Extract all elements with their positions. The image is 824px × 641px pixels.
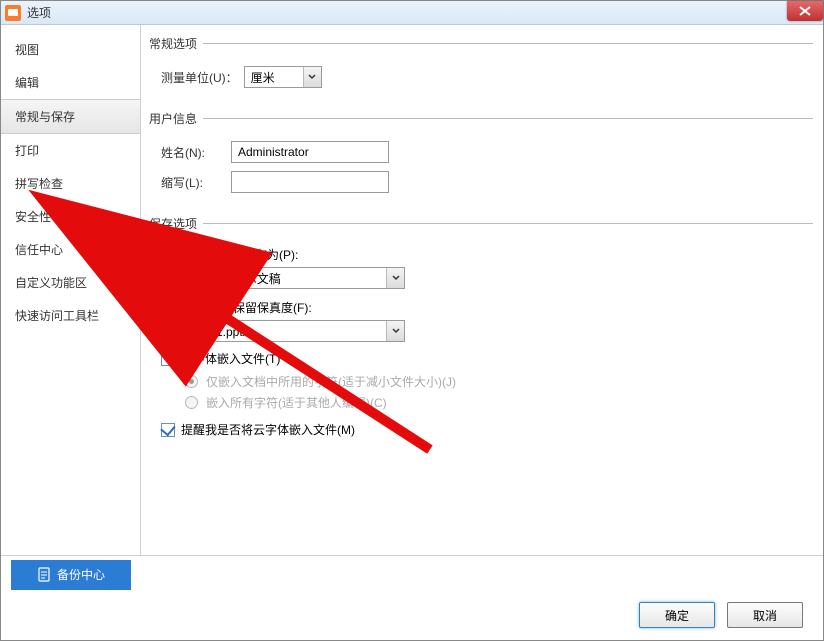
remind-cloud-label: 提醒我是否将云字体嵌入文件(M): [181, 421, 355, 438]
sidebar-item-label: 信任中心: [15, 243, 63, 257]
backup-center-button[interactable]: 备份中心: [11, 560, 131, 590]
sidebar-item-view[interactable]: 视图: [1, 33, 140, 66]
section-legend: 用户信息: [149, 110, 203, 127]
options-dialog: 选项 视图 编辑 常规与保存 打印 拼写检查 安全性 信任中心 自定义功能区 快…: [0, 0, 824, 641]
content-pane: 常规选项 测量单位(U)： 厘米 用户信息 姓名(N): Administrat…: [141, 25, 823, 555]
chevron-down-icon: [386, 321, 404, 341]
ok-label: 确定: [665, 607, 689, 624]
radio-all-chars[interactable]: [185, 396, 198, 409]
sidebar-item-quick-access[interactable]: 快速访问工具栏: [1, 299, 140, 332]
share-label: 共享该文档时保留保真度(F):: [161, 299, 312, 316]
abbrev-label: 缩写(L):: [161, 174, 225, 191]
sidebar-item-label: 拼写检查: [15, 177, 63, 191]
name-input[interactable]: Administrator: [231, 141, 389, 163]
chevron-down-icon: [386, 268, 404, 288]
close-button[interactable]: [787, 1, 823, 21]
name-value: Administrator: [238, 145, 309, 159]
window-title: 选项: [27, 4, 51, 21]
section-general: 常规选项 测量单位(U)： 厘米: [151, 35, 813, 96]
sidebar-item-print[interactable]: 打印: [1, 134, 140, 167]
section-user: 用户信息 姓名(N): Administrator 缩写(L):: [151, 110, 813, 201]
radio-used-chars[interactable]: [185, 375, 198, 388]
name-label: 姓名(N):: [161, 144, 225, 161]
sidebar-item-label: 编辑: [15, 76, 39, 90]
embed-fonts-checkbox[interactable]: [161, 352, 175, 366]
cancel-button[interactable]: 取消: [727, 602, 803, 628]
footer-bar: 备份中心: [1, 555, 823, 593]
ok-button[interactable]: 确定: [639, 602, 715, 628]
share-doc-value: 演示文稿1.pptx: [168, 323, 249, 340]
sidebar-item-edit[interactable]: 编辑: [1, 66, 140, 99]
app-icon: [5, 5, 21, 21]
backup-center-label: 备份中心: [57, 566, 105, 583]
sidebar: 视图 编辑 常规与保存 打印 拼写检查 安全性 信任中心 自定义功能区 快速访问…: [1, 25, 141, 555]
cancel-label: 取消: [753, 607, 777, 624]
sidebar-item-label: 视图: [15, 43, 39, 57]
unit-label: 测量单位(U)：: [161, 69, 238, 86]
chevron-down-icon: [303, 67, 321, 87]
dialog-body: 视图 编辑 常规与保存 打印 拼写检查 安全性 信任中心 自定义功能区 快速访问…: [1, 25, 823, 555]
sidebar-item-label: 安全性: [15, 210, 51, 224]
sidebar-item-security[interactable]: 安全性: [1, 200, 140, 233]
embed-fonts-label: 将字体嵌入文件(T): [181, 350, 280, 367]
remind-cloud-checkbox[interactable]: [161, 423, 175, 437]
titlebar: 选项: [1, 1, 823, 25]
unit-value: 厘米: [251, 69, 275, 86]
sidebar-item-general-save[interactable]: 常规与保存: [1, 99, 140, 134]
button-bar: 确定 取消: [1, 593, 823, 637]
sidebar-item-label: 打印: [15, 144, 39, 158]
sidebar-item-spelling[interactable]: 拼写检查: [1, 167, 140, 200]
section-legend: 常规选项: [149, 35, 203, 52]
sidebar-item-label: 自定义功能区: [15, 276, 87, 290]
document-icon: [37, 567, 51, 583]
radio-all-chars-label: 嵌入所有字符(适于其他人编辑)(C): [206, 394, 387, 411]
sidebar-item-customize-ribbon[interactable]: 自定义功能区: [1, 266, 140, 299]
save-as-label: 将 WPS演示 文件存为(P):: [161, 246, 298, 263]
unit-select[interactable]: 厘米: [244, 66, 322, 88]
sidebar-item-label: 常规与保存: [15, 110, 75, 124]
close-icon: [799, 6, 811, 16]
save-as-select[interactable]: PowerPoint 演示文稿: [161, 267, 405, 289]
save-as-value: PowerPoint 演示文稿: [168, 270, 281, 287]
sidebar-item-trust-center[interactable]: 信任中心: [1, 233, 140, 266]
section-save: 保存选项 将 WPS演示 文件存为(P): PowerPoint 演示文稿 共享…: [151, 215, 813, 444]
section-legend: 保存选项: [149, 215, 203, 232]
sidebar-item-label: 快速访问工具栏: [15, 309, 99, 323]
radio-used-chars-label: 仅嵌入文档中所用的字符(适于减小文件大小)(J): [206, 373, 456, 390]
share-doc-select[interactable]: 演示文稿1.pptx: [161, 320, 405, 342]
abbrev-input[interactable]: [231, 171, 389, 193]
